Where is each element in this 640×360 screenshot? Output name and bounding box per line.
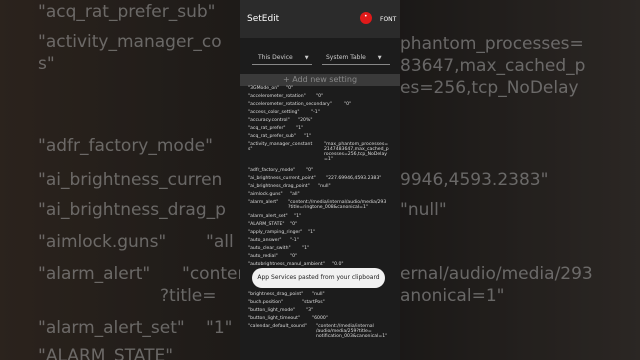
setting-key: "ai_brightness_drag_point"	[248, 184, 310, 189]
setting-key: "auto_answer"	[248, 238, 282, 243]
setting-value: "1"	[308, 230, 316, 235]
setting-value: "0"	[306, 168, 314, 173]
setting-key: "alarm_alert_set"	[248, 214, 288, 219]
setting-key: "accelerometer_rotation_secondary"	[248, 102, 332, 107]
dropdown-underline	[322, 64, 390, 65]
toast-message: App Services pasted from your clipboard	[252, 268, 385, 288]
setting-key: "adfr_factory_mode"	[248, 168, 296, 173]
setting-key: "apply_ramping_ringer"	[248, 230, 303, 235]
setting-value: "startPos"	[302, 300, 325, 305]
setting-key: "acq_rat_prefer_sub"	[248, 134, 296, 139]
setting-value: "1"	[294, 214, 302, 219]
setting-value: "20%"	[298, 118, 313, 123]
setting-value: "content://media/internal/audio/media/29…	[288, 200, 387, 210]
setting-value: "max_phantom_processes= 2147483647,max_c…	[324, 142, 389, 162]
app-title: SetEdit	[247, 14, 280, 24]
setting-value: "0.0"	[332, 262, 344, 267]
phone-screen: SetEdit • FONT This Device ▼ System Table…	[240, 0, 400, 360]
setting-value: "1"	[296, 126, 304, 131]
dropdown-underline	[252, 64, 312, 65]
add-new-setting-button[interactable]: + Add new setting	[240, 74, 400, 86]
setting-value: "-1"	[290, 238, 299, 243]
setting-key: "alarm_alert"	[248, 200, 279, 205]
setting-key: "buch.position"	[248, 300, 284, 305]
setting-key: "acq_rat_prefer"	[248, 126, 286, 131]
setting-value: "-1"	[311, 110, 320, 115]
setting-key: "autobrightness_manul_ambient"	[248, 262, 325, 267]
setting-key: "brightness_drag_point"	[248, 292, 304, 297]
setting-key: "ALARM_STATE"	[248, 222, 285, 227]
table-dropdown[interactable]: System Table ▼	[326, 54, 382, 61]
setting-value: "6000"	[312, 316, 328, 321]
setting-key: "calendar_default_sound"	[248, 324, 307, 329]
device-dropdown-label: This Device	[258, 54, 293, 61]
setting-key: "accelerometer_rotation"	[248, 94, 306, 99]
setting-key: "aimlock.guns"	[248, 192, 283, 197]
setting-value: "0"	[290, 254, 298, 259]
app-bar: SetEdit • FONT	[240, 0, 400, 38]
setting-key: "3GMode_on"	[248, 86, 280, 91]
setting-key: "access_color_setting"	[248, 110, 300, 115]
setting-value: "content://media/internal /audio/media/2…	[316, 324, 388, 339]
setting-value: "0"	[344, 102, 352, 107]
setting-value: "null"	[312, 292, 325, 297]
dot-icon: •	[364, 13, 368, 20]
setting-value: "1"	[302, 246, 310, 251]
setting-value: "null"	[318, 184, 331, 189]
setting-value: "0"	[290, 222, 298, 227]
setting-key: "accuracy.control"	[248, 118, 290, 123]
font-button[interactable]: FONT	[380, 16, 396, 23]
setting-value: "1"	[304, 134, 312, 139]
setting-value: "all"	[290, 192, 300, 197]
setting-value: "0"	[286, 86, 294, 91]
record-button[interactable]: •	[360, 12, 372, 24]
device-dropdown[interactable]: This Device ▼	[258, 54, 309, 61]
setting-key: "ai_brightness_current_point"	[248, 176, 316, 181]
setting-value: "3"	[306, 308, 314, 313]
setting-key: "activity_manager_constant s"	[248, 142, 313, 152]
setting-key: "auto_clear_swith"	[248, 246, 291, 251]
setting-key: "button_light_timeout"	[248, 316, 301, 321]
setting-value: "227.69946,4593.2383"	[326, 176, 382, 181]
setting-key: "button_light_mode"	[248, 308, 296, 313]
setting-value: "0"	[316, 94, 324, 99]
chevron-down-icon: ▼	[304, 55, 309, 61]
table-dropdown-label: System Table	[326, 54, 366, 61]
setting-key: "auto_redial"	[248, 254, 278, 259]
chevron-down-icon: ▼	[377, 55, 382, 61]
